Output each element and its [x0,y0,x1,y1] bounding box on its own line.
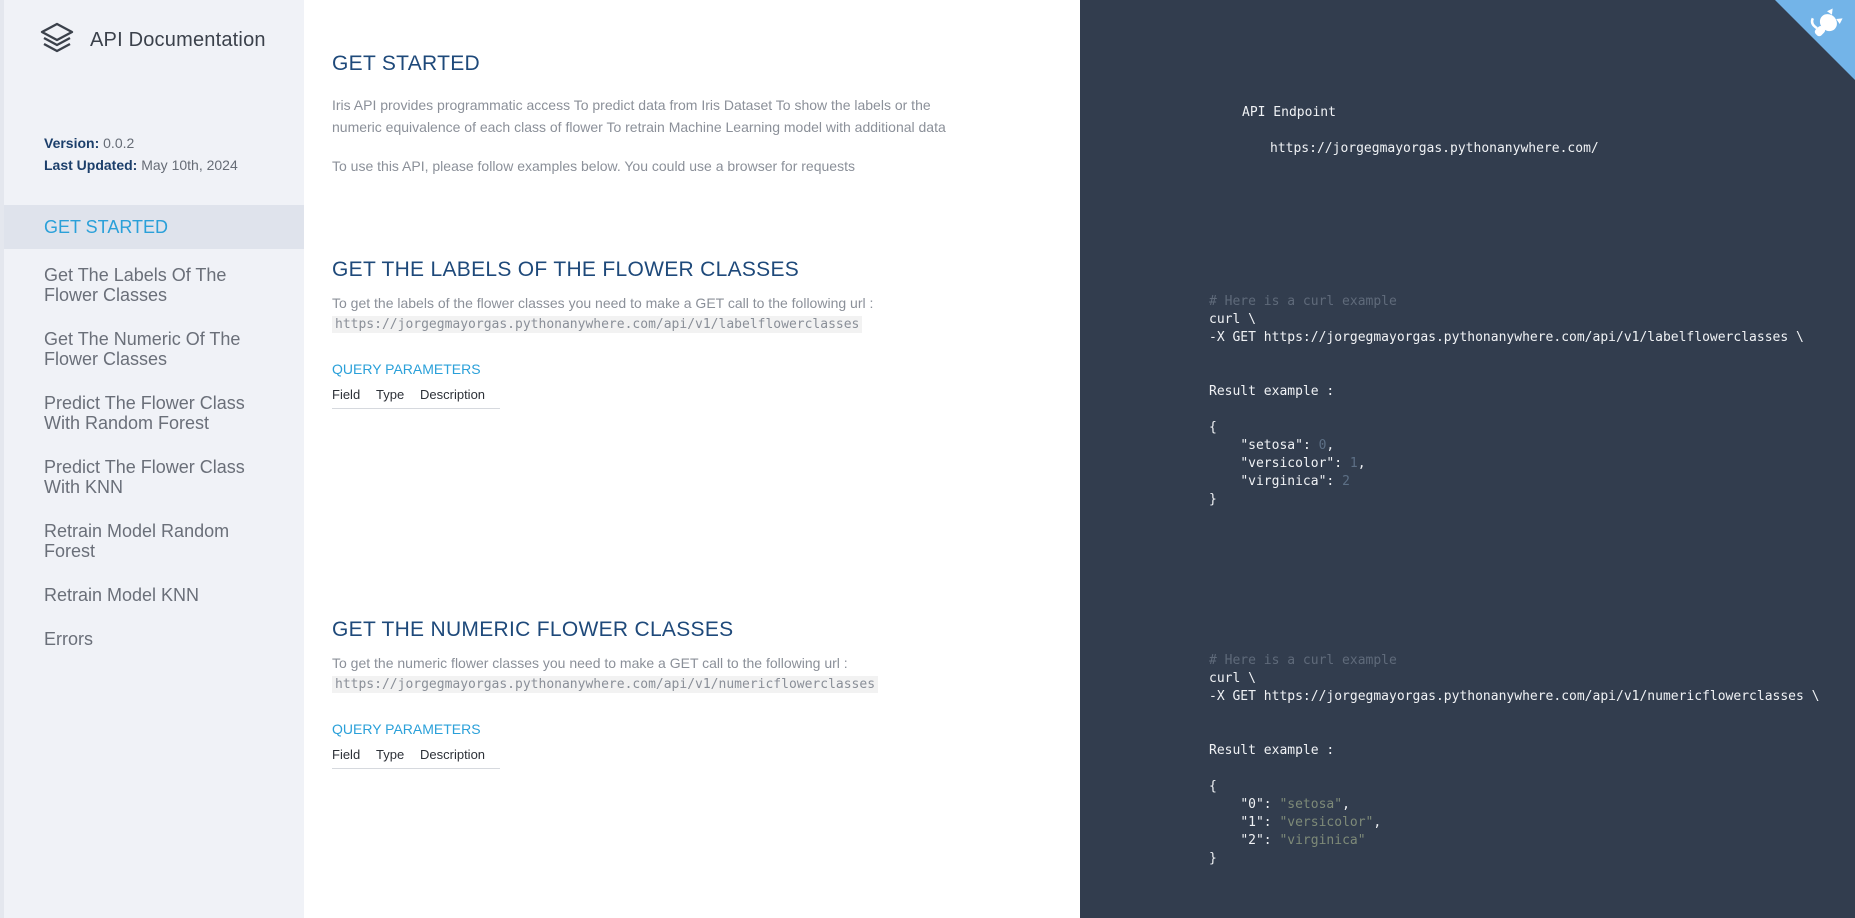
numeric-col-description: Description [420,747,500,769]
github-octocat-icon[interactable] [1775,0,1855,80]
labels-query-params-title: QUERY PARAMETERS [332,361,481,377]
numeric-col-field: Field [332,747,376,769]
numeric-query-params-title: QUERY PARAMETERS [332,721,481,737]
endpoint-url: https://jorgegmayorgas.pythonanywhere.co… [1270,141,1599,156]
numeric-code-close: } [1209,851,1217,866]
labels-col-field: Field [332,387,376,409]
version-info: Version: 0.0.2 Last Updated: May 10th, 2… [44,132,238,176]
labels-col-type: Type [376,387,420,409]
sidebar-item-retrain-rf[interactable]: Retrain Model Random Forest [4,521,304,561]
labels-code-get: -X GET https://jorgegmayorgas.pythonanyw… [1209,330,1804,345]
sidebar-item-get-labels[interactable]: Get The Labels Of The Flower Classes [4,265,304,305]
labels-code-val1: 0 [1318,438,1327,453]
section-labels: GET THE LABELS OF THE FLOWER CLASSES To … [332,258,1032,409]
brand-title: API Documentation [90,28,266,51]
labels-desc: To get the labels of the flower classes … [332,295,874,311]
numeric-code-result: Result example : [1209,743,1335,758]
labels-code-curl: curl \ [1209,312,1256,327]
get-started-usage: To use this API, please follow examples … [332,158,855,174]
numeric-url: https://jorgegmayorgas.pythonanywhere.co… [332,676,879,693]
labels-title: GET THE LABELS OF THE FLOWER CLASSES [332,258,800,281]
labels-code-key2: "versicolor" [1240,456,1335,471]
sidebar-nav: GET STARTED Get The Labels Of The Flower… [4,205,304,673]
labels-col-description: Description [420,387,500,409]
numeric-code-comment: # Here is a curl example [1209,653,1397,668]
numeric-code-key2: "1" [1240,815,1264,830]
numeric-desc: To get the numeric flower classes you ne… [332,655,848,671]
main-content: GET STARTED Iris API provides programmat… [304,0,1080,918]
numeric-code-get: -X GET https://jorgegmayorgas.pythonanyw… [1209,689,1820,704]
numeric-code-key3: "2" [1240,833,1264,848]
code-panel: API Endpoint https://jorgegmayorgas.pyth… [1080,0,1855,918]
numeric-code-block: # Here is a curl example curl \ -X GET h… [1209,653,1820,866]
endpoint-label: API Endpoint [1242,105,1336,120]
labels-code-comment: # Here is a curl example [1209,294,1397,309]
labels-code-result: Result example : [1209,384,1335,399]
labels-code-key1: "setosa" [1240,438,1303,453]
layers-icon [40,22,74,53]
labels-params-table: Field Type Description [332,387,500,409]
sidebar-item-predict-knn[interactable]: Predict The Flower Class With KNN [4,457,304,497]
version-value: 0.0.2 [103,135,135,151]
brand[interactable]: API Documentation [38,20,266,60]
numeric-code-key1: "0" [1240,797,1264,812]
sidebar-item-predict-rf[interactable]: Predict The Flower Class With Random For… [4,393,304,433]
sidebar-item-errors[interactable]: Errors [4,629,304,649]
section-numeric: GET THE NUMERIC FLOWER CLASSES To get th… [332,618,1032,769]
get-started-title: GET STARTED [332,52,480,75]
get-started-intro: Iris API provides programmatic access To… [332,97,946,135]
labels-code-open: { [1209,420,1217,435]
numeric-code-curl: curl \ [1209,671,1256,686]
updated-label: Last Updated: [44,157,138,173]
updated-value: May 10th, 2024 [141,157,238,173]
labels-code-close: } [1209,492,1217,507]
sidebar: API Documentation Version: 0.0.2 Last Up… [0,0,304,918]
labels-code-val3: 2 [1342,474,1350,489]
labels-code-block: # Here is a curl example curl \ -X GET h… [1209,294,1804,507]
numeric-col-type: Type [376,747,420,769]
labels-code-val2: 1 [1349,456,1358,471]
sidebar-item-retrain-knn[interactable]: Retrain Model KNN [4,585,304,605]
section-get-started: GET STARTED Iris API provides programmat… [332,52,1032,177]
numeric-code-val3: "virginica" [1279,833,1366,848]
sidebar-item-get-started[interactable]: GET STARTED [4,205,304,249]
numeric-code-open: { [1209,779,1217,794]
numeric-code-val1: "setosa" [1279,797,1343,812]
numeric-params-table: Field Type Description [332,747,500,769]
numeric-code-val2: "versicolor" [1279,815,1374,830]
version-label: Version: [44,135,100,151]
labels-url: https://jorgegmayorgas.pythonanywhere.co… [332,316,863,333]
sidebar-item-get-numeric[interactable]: Get The Numeric Of The Flower Classes [4,329,304,369]
labels-code-key3: "virginica" [1240,474,1327,489]
numeric-title: GET THE NUMERIC FLOWER CLASSES [332,618,734,641]
